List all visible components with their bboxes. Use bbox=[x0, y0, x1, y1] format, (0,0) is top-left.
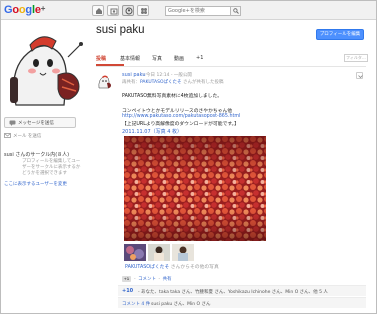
post-author-avatar[interactable] bbox=[96, 73, 112, 89]
circles-note: プロフィールを編集してユーザーをサークルに表示するかどうかを選択できます bbox=[22, 159, 81, 176]
send-message-button[interactable]: メッセージを送信 bbox=[4, 117, 76, 128]
album-title-link[interactable]: 2011.11.07（写真 4 枚） bbox=[122, 128, 182, 135]
comment-link[interactable]: コメント bbox=[138, 277, 156, 282]
album-footer-author-link[interactable]: PAKUTASOぱくたそ bbox=[125, 265, 169, 270]
chevron-down-icon bbox=[358, 75, 363, 79]
plusone-count[interactable]: +10 bbox=[122, 288, 133, 294]
tab-posts[interactable]: 投稿 bbox=[96, 55, 106, 62]
post-text-line: コンペイトウとかモデルリリースのさやかちゃん他 bbox=[122, 109, 233, 114]
photos-icon[interactable] bbox=[107, 5, 119, 16]
home-icon[interactable] bbox=[92, 5, 104, 16]
profile-icon[interactable] bbox=[122, 5, 134, 16]
comments-names: - susi paku さん、Min O さん bbox=[148, 301, 211, 307]
send-message-label: メッセージを送信 bbox=[18, 121, 54, 126]
share-link[interactable]: 共有 bbox=[163, 277, 172, 282]
send-email-label: メール を送信 bbox=[13, 134, 42, 139]
chat-icon bbox=[9, 120, 16, 126]
post-text-line: PAKUTASO無料写真素材に4枚追加しました。 bbox=[122, 94, 223, 99]
edit-profile-button[interactable]: プロフィールを編集 bbox=[316, 29, 364, 40]
send-email-link[interactable]: メール を送信 bbox=[4, 133, 41, 139]
post-meta: - 今日 12:14 - 一般公開 bbox=[143, 73, 192, 78]
album-thumbnail[interactable] bbox=[172, 244, 194, 261]
tab-photos[interactable]: 写真 bbox=[152, 55, 162, 62]
album-thumbnail[interactable] bbox=[124, 244, 146, 261]
album-main-photo[interactable] bbox=[124, 136, 266, 241]
search-box bbox=[165, 6, 241, 16]
search-input[interactable] bbox=[166, 7, 228, 15]
plusone-summary: +10 - あなた、taka taka さん、竹腰和夏 さん、Yoshikazu… bbox=[118, 285, 366, 296]
mail-icon bbox=[4, 133, 11, 138]
top-bar: Google+ bbox=[1, 1, 376, 20]
circles-title: susi さんのサークル内(８人) bbox=[4, 152, 70, 158]
post-url-link[interactable]: http://www.pakutaso.com/pakutasopost-865… bbox=[122, 114, 240, 119]
reshare-suffix: さんが共有した投稿 bbox=[182, 80, 224, 85]
tab-videos[interactable]: 動画 bbox=[174, 55, 184, 62]
change-visible-users-link[interactable]: ここに表示するユーザーを変更 bbox=[4, 181, 67, 187]
plusone-button[interactable]: +1 bbox=[122, 276, 131, 282]
tab-about[interactable]: 基本情報 bbox=[120, 55, 140, 62]
post-author-name[interactable]: susi paku bbox=[122, 72, 146, 78]
album-thumbnail[interactable] bbox=[148, 244, 170, 261]
album-footer-text[interactable]: さんからその他の写真 bbox=[171, 265, 219, 270]
tab-plusone[interactable]: +1 bbox=[196, 55, 203, 61]
circles-icon[interactable] bbox=[137, 5, 149, 16]
album-footer: PAKUTASOぱくたそ さんからその他の写真 bbox=[125, 263, 219, 270]
google-plus-logo[interactable]: Google+ bbox=[4, 4, 45, 16]
reshare-prefix: 再共有： bbox=[122, 80, 140, 85]
comments-summary: コメント 4 件 - susi paku さん、Min O さん bbox=[118, 297, 366, 308]
post-actions: +1- コメント - 共有 bbox=[122, 276, 172, 282]
plusone-names: - あなた、taka taka さん、竹腰和夏 さん、Yoshikazu Ich… bbox=[138, 289, 328, 295]
reshare-source-link[interactable]: PAKUTASOぱくたそ bbox=[140, 80, 182, 85]
comments-count-link[interactable]: コメント 4 件 bbox=[122, 301, 150, 307]
search-icon bbox=[233, 8, 239, 14]
search-button[interactable] bbox=[230, 6, 241, 16]
profile-name: susi paku bbox=[96, 24, 145, 36]
reshare-info: 再共有：PAKUTASOぱくたそ さんが共有した投稿 bbox=[122, 79, 223, 85]
post-text-line: 【上記URLより高解像度のダウンロードが可能です。】 bbox=[122, 122, 239, 127]
post-menu-button[interactable] bbox=[356, 72, 363, 79]
profile-avatar[interactable] bbox=[6, 27, 85, 107]
post-filter-input[interactable]: フィルタ... bbox=[344, 54, 368, 62]
tabs-divider bbox=[96, 66, 366, 67]
